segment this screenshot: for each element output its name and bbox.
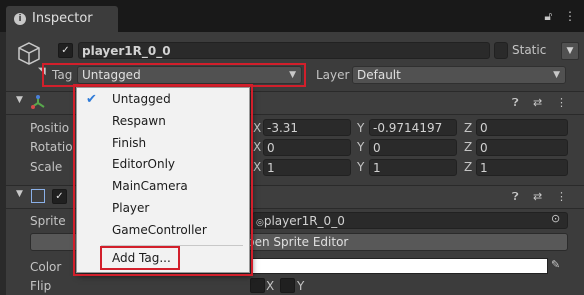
- scale-z-field[interactable]: 1: [476, 159, 568, 176]
- sprite-renderer-enabled-checkbox[interactable]: ✓: [52, 189, 67, 204]
- scale-x-field[interactable]: 1: [263, 159, 351, 176]
- scale-y-field[interactable]: 1: [369, 159, 457, 176]
- layer-label: Layer: [316, 68, 350, 82]
- tag-menu-highlight: [73, 84, 253, 276]
- position-z-field[interactable]: 0: [476, 119, 568, 136]
- tab-inspector[interactable]: i Inspector: [6, 6, 118, 32]
- rotation-x-label: X: [253, 140, 262, 154]
- color-swatch[interactable]: [252, 258, 548, 274]
- rotation-z-label: Z: [464, 140, 473, 154]
- flip-x-label: X: [266, 279, 275, 293]
- sprite-label: Sprite: [30, 214, 66, 228]
- rotation-y-field[interactable]: 0: [369, 139, 457, 156]
- sprite-field[interactable]: ◎player1R_0_0: [252, 212, 568, 229]
- tab-controls: 🔓︎ ⋮: [544, 9, 576, 24]
- layer-dropdown[interactable]: Default ▼: [352, 66, 566, 84]
- object-picker-icon[interactable]: ⊙: [551, 212, 560, 225]
- chevron-down-icon: ▼: [553, 70, 560, 80]
- scale-x-label: X: [253, 160, 262, 174]
- layer-value: Default: [357, 68, 401, 82]
- scale-label: Scale: [30, 160, 63, 174]
- help-icon[interactable]: ❓︎: [512, 190, 519, 204]
- left-strip: [0, 32, 6, 295]
- active-checkbox[interactable]: ✓: [58, 43, 73, 58]
- help-icon[interactable]: ❓︎: [512, 96, 519, 110]
- preset-icon[interactable]: ⇄: [533, 96, 542, 109]
- static-dropdown-icon[interactable]: ▼: [561, 42, 579, 60]
- flip-x-checkbox[interactable]: [250, 278, 265, 293]
- position-x-field[interactable]: -3.31: [263, 119, 351, 136]
- position-x-label: X: [253, 121, 262, 135]
- sprite-asset-icon: ◎: [256, 218, 264, 228]
- flip-label: Flip: [30, 279, 52, 293]
- rotation-z-field[interactable]: 0: [476, 139, 568, 156]
- sprite-renderer-icon: [31, 189, 45, 203]
- transform-icon: [30, 94, 46, 110]
- foldout-arrow-icon[interactable]: ▼: [16, 95, 23, 105]
- position-y-label: Y: [357, 121, 365, 135]
- info-icon: i: [14, 13, 26, 25]
- scale-y-label: Y: [357, 160, 365, 174]
- rotation-label: Rotatio: [30, 140, 73, 154]
- static-label: Static: [512, 43, 547, 57]
- position-label: Positio: [30, 121, 70, 135]
- rotation-x-field[interactable]: 0: [263, 139, 351, 156]
- static-checkbox[interactable]: [494, 42, 508, 59]
- color-label: Color: [30, 260, 62, 274]
- preset-icon[interactable]: ⇄: [533, 190, 542, 203]
- flip-y-checkbox[interactable]: [280, 278, 295, 293]
- sprite-value: player1R_0_0: [263, 214, 345, 228]
- kebab-menu-icon[interactable]: ⋮: [556, 96, 567, 109]
- foldout-arrow-icon[interactable]: ▼: [16, 189, 23, 199]
- tab-title: Inspector: [32, 11, 93, 26]
- eyedropper-icon[interactable]: ✎: [551, 258, 560, 271]
- object-name-field[interactable]: player1R_0_0: [78, 42, 490, 59]
- open-sprite-editor-label: pen Sprite Editor: [247, 235, 349, 249]
- lock-icon[interactable]: 🔓︎: [544, 9, 552, 23]
- rotation-y-label: Y: [357, 140, 365, 154]
- flip-y-label: Y: [297, 279, 305, 293]
- gameobject-cube-icon: [16, 40, 42, 66]
- scale-z-label: Z: [464, 160, 473, 174]
- kebab-menu-icon[interactable]: ⋮: [556, 190, 567, 203]
- position-y-field[interactable]: -0.9714197: [369, 119, 457, 136]
- kebab-menu-icon[interactable]: ⋮: [564, 9, 576, 23]
- position-z-label: Z: [464, 121, 473, 135]
